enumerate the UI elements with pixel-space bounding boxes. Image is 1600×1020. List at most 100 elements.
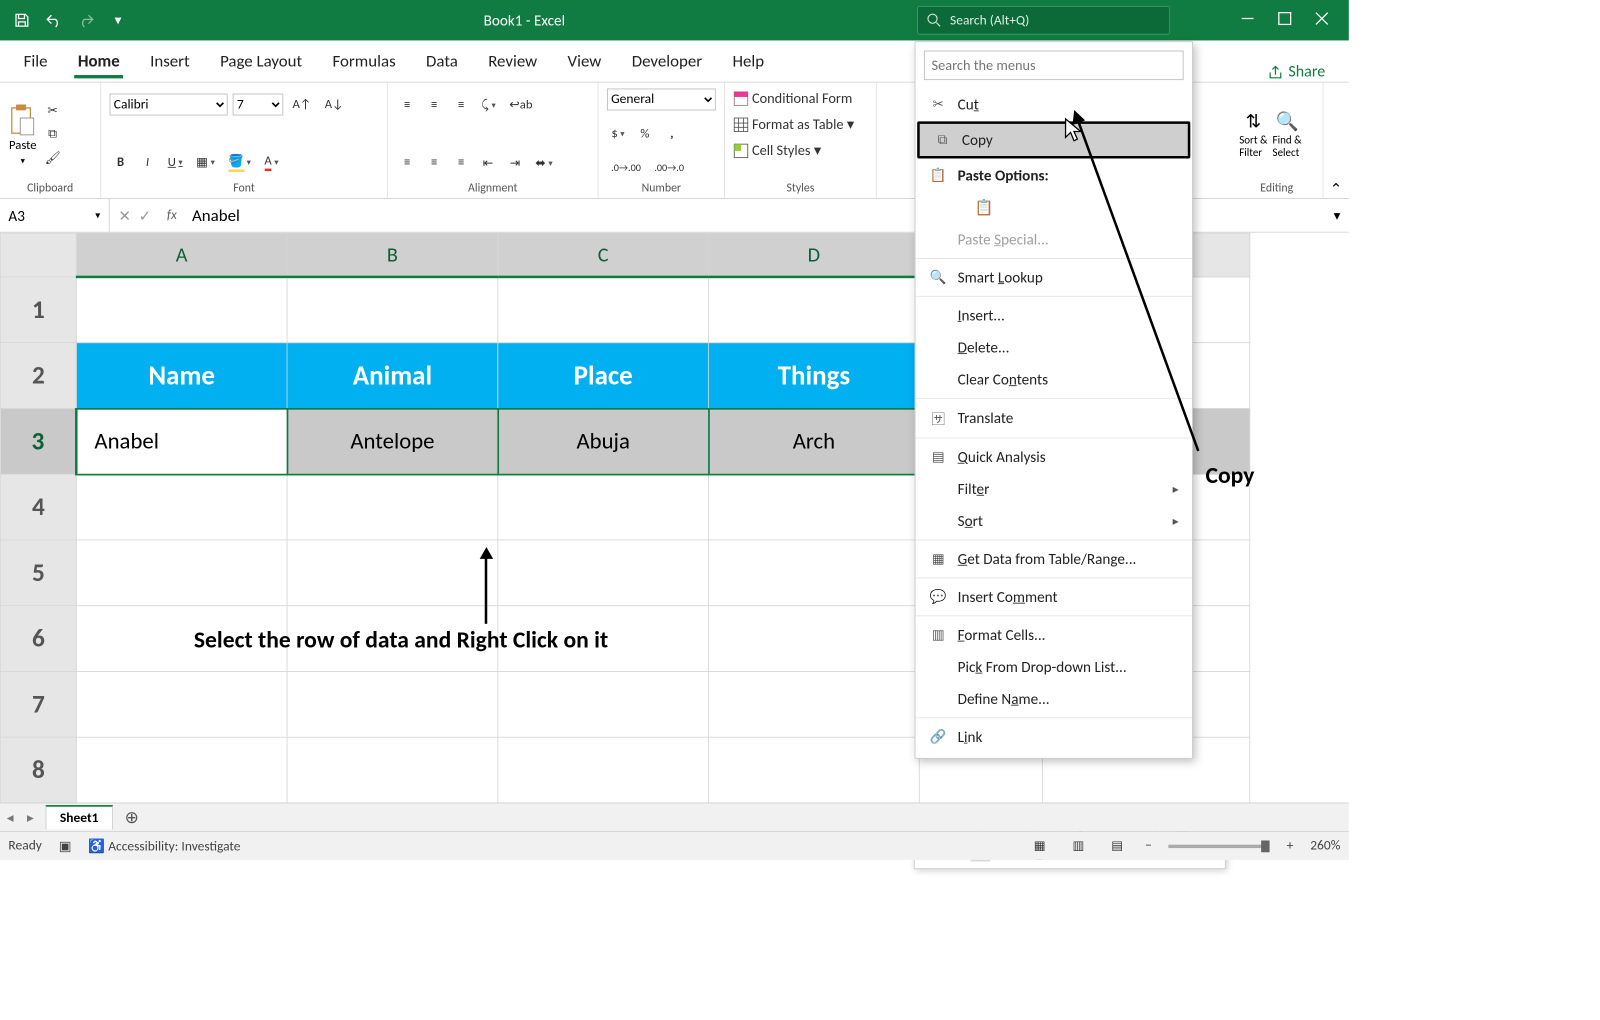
collapse-ribbon-icon[interactable]: ⌃	[1324, 83, 1349, 198]
col-head-d[interactable]: D	[709, 233, 920, 277]
menu-search-input[interactable]	[924, 51, 1184, 81]
merge-center-icon[interactable]: ⬌	[531, 152, 557, 174]
ctx-translate[interactable]: 🈂Translate	[915, 401, 1192, 435]
header-animal[interactable]: Animal	[287, 343, 498, 409]
view-normal-icon[interactable]: ▦	[1029, 835, 1051, 857]
row-head-6[interactable]: 6	[0, 606, 76, 672]
header-place[interactable]: Place	[498, 343, 709, 409]
maximize-icon[interactable]	[1278, 11, 1291, 29]
font-name-select[interactable]: Calibri	[110, 94, 228, 116]
cell-a3[interactable]: Anabel	[76, 408, 287, 474]
save-icon[interactable]	[10, 8, 34, 32]
header-things[interactable]: Things	[709, 343, 920, 409]
name-box[interactable]: A3▾	[0, 199, 110, 232]
share-button[interactable]: Share	[1253, 62, 1340, 81]
row-head-7[interactable]: 7	[0, 671, 76, 737]
cut-icon[interactable]: ✂	[40, 99, 64, 121]
cell-b3[interactable]: Antelope	[287, 408, 498, 474]
ctx-get-data[interactable]: ▦Get Data from Table/Range...	[915, 543, 1192, 575]
close-icon[interactable]	[1315, 11, 1328, 29]
ctx-format-cells[interactable]: ▥Format Cells...	[915, 619, 1192, 651]
align-top-icon[interactable]: ≡	[396, 94, 418, 116]
row-head-5[interactable]: 5	[0, 540, 76, 606]
ctx-clear-contents[interactable]: Clear Contents	[915, 363, 1192, 395]
tab-file[interactable]: File	[8, 43, 62, 82]
view-page-layout-icon[interactable]: ▥	[1067, 835, 1089, 857]
row-head-4[interactable]: 4	[0, 474, 76, 540]
find-select-button[interactable]: 🔍Find & Select	[1273, 109, 1302, 159]
prev-sheet-icon[interactable]: ◂	[0, 809, 20, 826]
ctx-quick-analysis[interactable]: ▤Quick Analysis	[915, 441, 1192, 473]
next-sheet-icon[interactable]: ▸	[20, 809, 40, 826]
font-size-select[interactable]: 7	[233, 94, 284, 116]
macro-record-icon[interactable]: ▣	[59, 838, 72, 855]
align-bottom-icon[interactable]: ≡	[450, 94, 472, 116]
ctx-insert-comment[interactable]: 💬Insert Comment	[915, 581, 1192, 613]
align-left-icon[interactable]: ≡	[396, 152, 418, 174]
wrap-text-icon[interactable]: ↩ab	[505, 94, 537, 116]
header-name[interactable]: Name	[76, 343, 287, 409]
ctx-copy[interactable]: ⧉Copy	[917, 121, 1190, 158]
font-color-button[interactable]: A	[260, 151, 283, 174]
cancel-formula-icon[interactable]: ✕	[118, 206, 131, 225]
decrease-indent-icon[interactable]: ⇤	[477, 152, 499, 174]
tab-developer[interactable]: Developer	[617, 43, 718, 82]
fill-color-button[interactable]: 🪣	[224, 151, 255, 175]
row-head-1[interactable]: 1	[0, 277, 76, 343]
col-head-a[interactable]: A	[76, 233, 287, 277]
copy-icon[interactable]: ⧉	[40, 123, 64, 145]
paste-button[interactable]: Paste▾	[8, 102, 37, 165]
ctx-pick-list[interactable]: Pick From Drop-down List...	[915, 651, 1192, 683]
increase-indent-icon[interactable]: ⇥	[504, 152, 526, 174]
ctx-smart-lookup[interactable]: 🔍Smart Lookup	[915, 261, 1192, 293]
tab-help[interactable]: Help	[717, 43, 779, 82]
underline-button[interactable]: U	[164, 151, 187, 173]
accept-formula-icon[interactable]: ✓	[139, 206, 152, 225]
comma-format-icon[interactable]: ,	[661, 123, 683, 145]
align-center-icon[interactable]: ≡	[423, 152, 445, 174]
bold-button[interactable]: B	[110, 151, 132, 173]
tab-review[interactable]: Review	[473, 43, 552, 82]
col-head-b[interactable]: B	[287, 233, 498, 277]
tab-insert[interactable]: Insert	[135, 43, 205, 82]
accessibility-status[interactable]: ♿ Accessibility: Investigate	[88, 838, 240, 855]
align-right-icon[interactable]: ≡	[450, 152, 472, 174]
tab-page-layout[interactable]: Page Layout	[205, 43, 317, 82]
increase-font-icon[interactable]: A↑	[288, 94, 315, 116]
cell-d3[interactable]: Arch	[709, 408, 920, 474]
sort-filter-button[interactable]: ⇅Sort & Filter	[1239, 109, 1267, 159]
borders-button[interactable]: ▦	[192, 151, 219, 173]
zoom-slider[interactable]	[1169, 844, 1270, 847]
orientation-icon[interactable]: ⤹	[477, 94, 500, 116]
number-format-select[interactable]: General	[607, 88, 716, 110]
italic-button[interactable]: I	[137, 151, 159, 173]
accounting-format-icon[interactable]: $	[607, 123, 629, 145]
cell-styles-button[interactable]: Cell Styles▾	[733, 140, 821, 161]
ctx-delete[interactable]: Delete...	[915, 331, 1192, 363]
format-as-table-button[interactable]: Format as Table▾	[733, 114, 854, 135]
increase-decimal-icon[interactable]: .0→.00	[607, 158, 645, 180]
customize-qat-icon[interactable]: ▾	[106, 8, 130, 32]
row-head-2[interactable]: 2	[0, 343, 76, 409]
format-painter-icon[interactable]: 🖌	[40, 147, 64, 169]
view-page-break-icon[interactable]: ▤	[1106, 835, 1128, 857]
tab-data[interactable]: Data	[411, 43, 473, 82]
tab-home[interactable]: Home	[63, 43, 135, 82]
tab-formulas[interactable]: Formulas	[317, 43, 411, 82]
col-head-c[interactable]: C	[498, 233, 709, 277]
row-head-3[interactable]: 3	[0, 408, 76, 474]
fx-icon[interactable]: fx	[160, 207, 183, 223]
tab-view[interactable]: View	[552, 43, 616, 82]
decrease-font-icon[interactable]: A↓	[321, 94, 348, 116]
cell-c3[interactable]: Abuja	[498, 408, 709, 474]
decrease-decimal-icon[interactable]: .00→.0	[650, 158, 688, 180]
search-box[interactable]: Search (Alt+Q)	[917, 6, 1170, 35]
zoom-in-icon[interactable]: +	[1287, 838, 1294, 854]
minimize-icon[interactable]	[1241, 11, 1254, 29]
ctx-define-name[interactable]: Define Name...	[915, 683, 1192, 715]
ctx-cut[interactable]: ✂Cut	[915, 89, 1192, 121]
sheet-tab-1[interactable]: Sheet1	[46, 805, 113, 829]
undo-icon[interactable]	[42, 8, 66, 32]
select-all-corner[interactable]	[0, 233, 76, 277]
conditional-formatting-button[interactable]: Conditional Form	[733, 88, 852, 109]
